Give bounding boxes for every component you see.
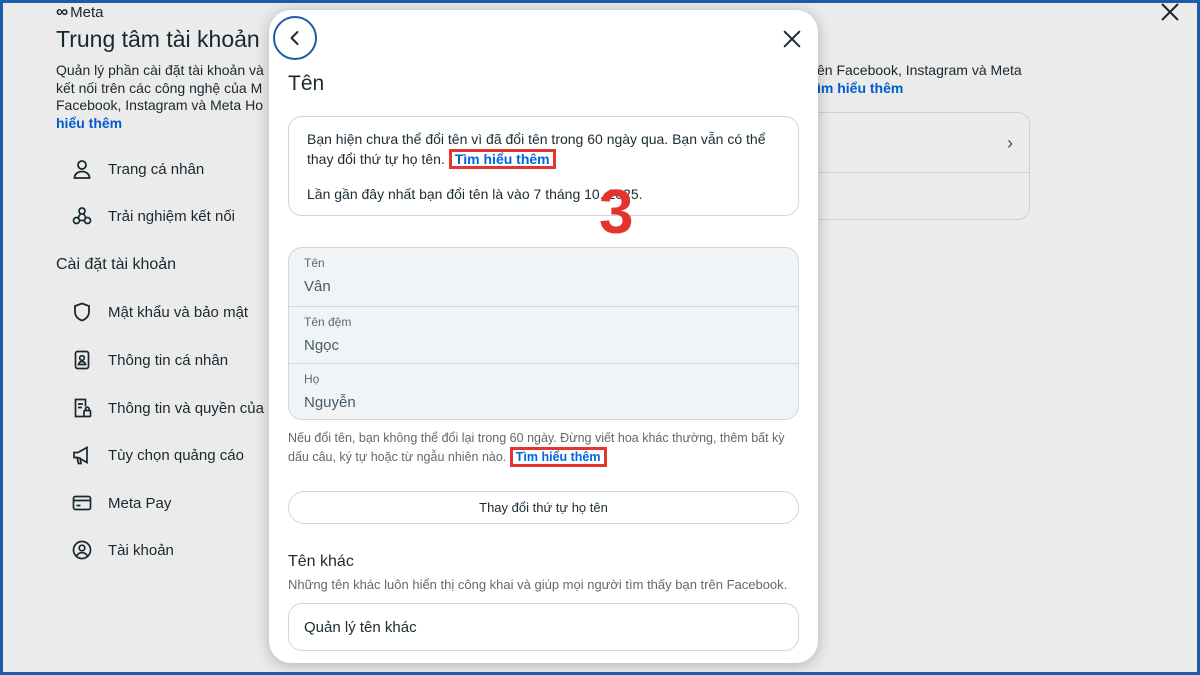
change-name-order-button[interactable]: Thay đổi thứ tự họ tên [288,491,799,524]
middle-name-field[interactable]: Tên đệm Ngọc [289,305,798,364]
last-change-text: Lần gần đây nhất bạn đổi tên là vào 7 th… [307,185,643,202]
chevron-left-icon [290,31,299,45]
first-name-field[interactable]: Tên Vân [289,248,798,306]
highlight-box: Tìm hiểu thêm [448,148,556,169]
back-button[interactable] [273,16,317,60]
last-name-field[interactable]: Họ Nguyễn [289,363,798,419]
name-policy-note: Nếu đổi tên, bạn không thể đổi lại trong… [288,431,799,467]
step-number-annotation: 3 [599,178,634,247]
name-change-notice: Bạn hiện chưa thể đổi tên vì đã đổi tên … [288,116,799,216]
close-icon [783,30,801,48]
notice-learn-more-link[interactable]: Tìm hiểu thêm [455,151,550,167]
name-fields: Tên Vân Tên đệm Ngọc Họ Nguyễn [288,247,799,420]
other-names-title: Tên khác [288,553,354,570]
other-names-description: Những tên khác luôn hiển thị công khai v… [288,577,788,592]
manage-other-names-button[interactable]: Quản lý tên khác [288,603,799,651]
close-button[interactable] [779,26,805,52]
note-learn-more-link[interactable]: Tìm hiểu thêm [516,450,601,464]
name-dialog: Tên Bạn hiện chưa thể đổi tên vì đã đổi … [269,10,818,663]
highlight-box: Tìm hiểu thêm [509,446,607,467]
dialog-title: Tên [288,72,325,95]
